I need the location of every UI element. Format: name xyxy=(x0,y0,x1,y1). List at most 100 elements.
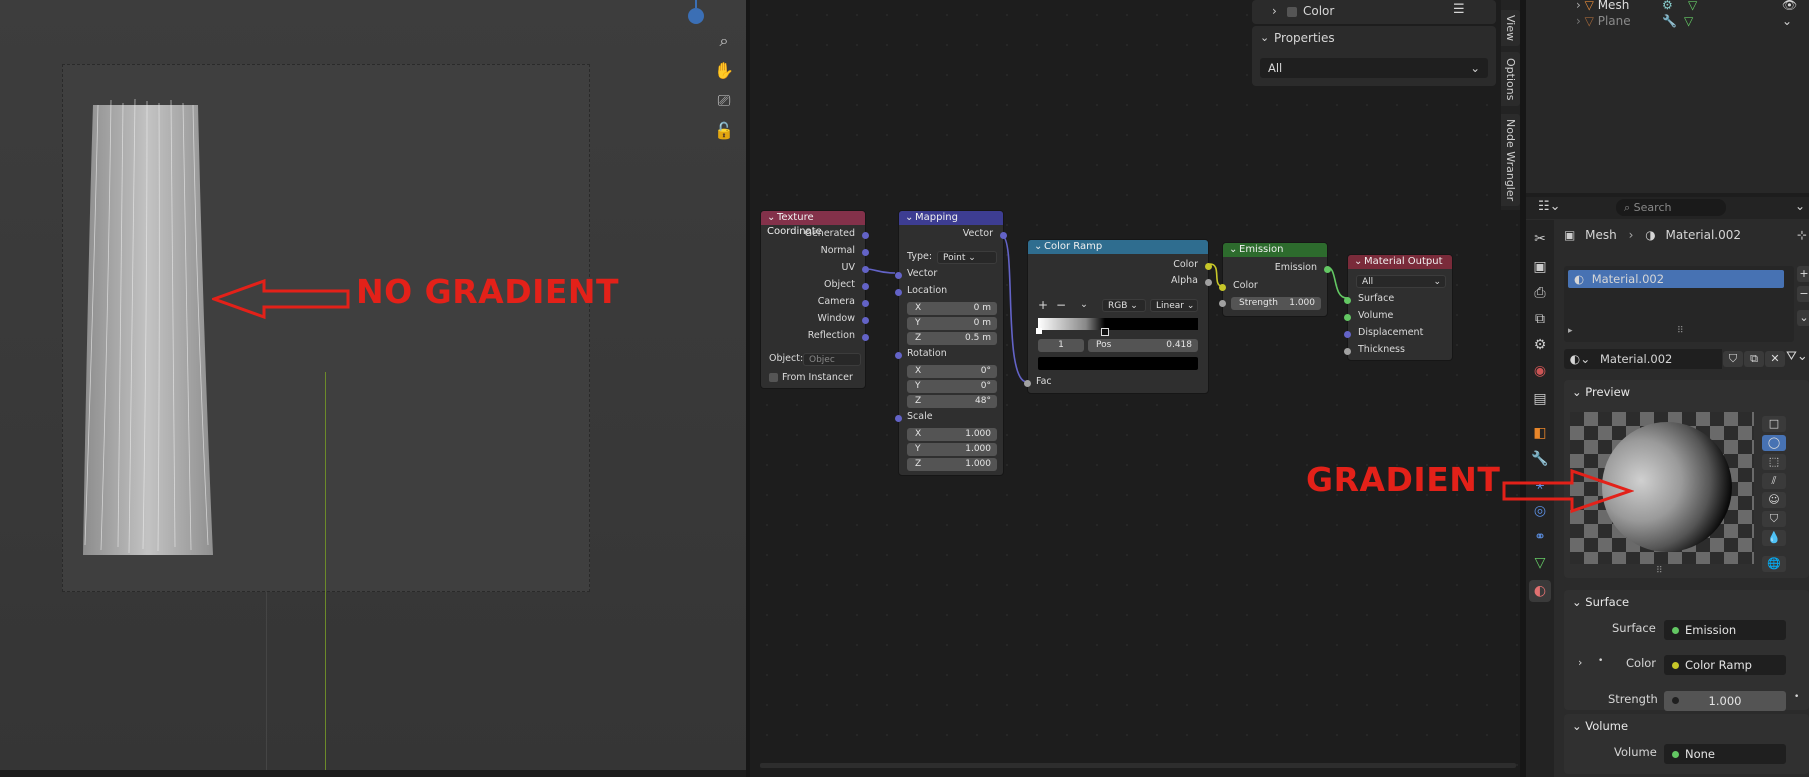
chevron-down-icon[interactable]: ⌄ xyxy=(1080,298,1088,312)
properties-dropdown[interactable]: All ⌄ xyxy=(1260,58,1488,78)
remove-stop-button[interactable]: − xyxy=(1056,298,1066,312)
chevron-right-icon[interactable]: › xyxy=(1578,656,1582,669)
location-y[interactable]: Y0 m xyxy=(907,317,997,330)
socket[interactable] xyxy=(1205,263,1212,270)
area-divider[interactable] xyxy=(746,0,750,777)
zoom-icon[interactable]: ⌕ xyxy=(711,28,737,54)
socket[interactable] xyxy=(862,317,869,324)
type-dropdown[interactable]: Point ⌄ xyxy=(937,251,997,264)
socket[interactable] xyxy=(1324,266,1331,273)
object-icon[interactable]: ◧ xyxy=(1529,422,1551,444)
modifier-wrench-icon[interactable]: 🔧 xyxy=(1529,448,1551,470)
socket[interactable] xyxy=(895,415,902,422)
navigation-gizmo-axis[interactable] xyxy=(688,8,704,24)
surface-shader-selector[interactable]: Emission xyxy=(1664,620,1786,640)
preview-monkey-button[interactable]: ☺ xyxy=(1762,492,1786,508)
rotation-z[interactable]: Z 48° xyxy=(907,395,997,408)
strength-field[interactable]: Strength 1.000 xyxy=(1231,297,1321,310)
socket[interactable] xyxy=(895,272,902,279)
socket[interactable] xyxy=(862,249,869,256)
node-mapping[interactable]: ⌄ Mapping Vector Type: Point ⌄ Vector Loc… xyxy=(895,210,1007,476)
material-name-field[interactable]: Material.002 xyxy=(1592,349,1722,369)
target-dropdown[interactable]: All ⌄ xyxy=(1356,275,1446,288)
panel-header[interactable]: ⌄ Preview xyxy=(1564,380,1809,404)
stop-color-swatch[interactable] xyxy=(1038,357,1198,370)
socket[interactable] xyxy=(1344,331,1351,338)
unlink-button[interactable]: ✕ xyxy=(1765,351,1785,367)
object-picker[interactable]: Objec xyxy=(803,353,861,366)
preview-sphere-button[interactable]: ◯ xyxy=(1762,435,1786,451)
camera-icon[interactable]: ⎚ xyxy=(711,88,737,114)
color-stop-white[interactable] xyxy=(1036,328,1042,334)
stop-index-field[interactable]: 1 xyxy=(1038,339,1084,352)
node-header[interactable]: ⌄ Texture Coordinate xyxy=(761,211,865,237)
fake-user-button[interactable]: ⛉ xyxy=(1723,351,1743,367)
rotation-x[interactable]: X 0° xyxy=(907,365,997,378)
search-input[interactable]: ⌕ Search xyxy=(1616,199,1726,216)
stop-position-field[interactable]: Pos 0.418 xyxy=(1088,339,1198,352)
scale-y[interactable]: Y 1.000 xyxy=(907,443,997,456)
preview-cube-button[interactable]: ⬚ xyxy=(1762,454,1786,470)
socket[interactable] xyxy=(1205,279,1212,286)
panel-header[interactable]: ⌄ Surface xyxy=(1564,590,1809,614)
outliner[interactable]: › ▽ Mesh › ▽ Plane ⚙ ▽ 🔧 ▽ 👁 ⌄ xyxy=(1526,0,1809,193)
mesh-data-icon[interactable]: ▽ xyxy=(1529,552,1551,574)
location-x[interactable]: X0 m xyxy=(907,302,997,315)
node-header[interactable]: ⌄ Color Ramp xyxy=(1028,240,1208,254)
volume-shader-selector[interactable]: None xyxy=(1664,744,1786,764)
scale-x[interactable]: X 1.000 xyxy=(907,428,997,441)
keyframe-dot[interactable]: • xyxy=(1794,692,1799,702)
hand-pan-icon[interactable]: ✋ xyxy=(711,58,737,84)
socket[interactable] xyxy=(1024,380,1031,387)
play-icon[interactable]: ▸ xyxy=(1568,326,1573,336)
add-slot-button[interactable]: + xyxy=(1797,266,1809,282)
outliner-row-mesh[interactable]: › ▽ Mesh xyxy=(1576,0,1629,12)
duplicate-button[interactable]: ⧉ xyxy=(1744,351,1764,367)
horizontal-scrollbar[interactable] xyxy=(760,763,1516,768)
from-instancer-checkbox[interactable]: From Instancer xyxy=(769,371,853,385)
rotation-y[interactable]: Y 0° xyxy=(907,380,997,393)
resize-handle[interactable]: ⠿ xyxy=(1656,566,1663,576)
view-layer-icon[interactable]: ⧉ xyxy=(1529,308,1551,330)
collection-icon[interactable]: ▤ xyxy=(1529,388,1551,410)
tab-options[interactable]: Options xyxy=(1501,52,1520,106)
preview-world-button[interactable]: 🌐 xyxy=(1762,556,1786,572)
resize-handle[interactable]: ⠿ xyxy=(1677,326,1684,336)
color-mode-dropdown[interactable]: RGB ⌄ xyxy=(1102,299,1146,312)
socket[interactable] xyxy=(1000,232,1007,239)
socket[interactable] xyxy=(1219,300,1226,307)
location-z[interactable]: Z 0.5 m xyxy=(907,332,997,345)
eye-icon[interactable]: 👁 xyxy=(1782,0,1797,12)
socket[interactable] xyxy=(1344,348,1351,355)
socket[interactable] xyxy=(1344,297,1351,304)
node-header[interactable]: ⌄ Material Output xyxy=(1348,255,1452,269)
slot-menu-button[interactable]: ⌄ xyxy=(1797,310,1809,326)
chevron-down-icon[interactable]: ⌄ xyxy=(1782,14,1792,28)
node-color-ramp[interactable]: ⌄ Color Ramp Color Alpha + − ⌄ RGB ⌄ Line… xyxy=(1024,239,1212,394)
node-tree-icon[interactable]: ⛛⌄ xyxy=(1786,349,1808,364)
color-input-selector[interactable]: Color Ramp xyxy=(1664,655,1786,675)
node-header[interactable]: ⌄ Emission xyxy=(1223,243,1327,257)
properties-panel[interactable]: ⌄ Properties All ⌄ xyxy=(1252,26,1496,86)
render-icon[interactable]: ▣ xyxy=(1529,256,1551,278)
pin-icon[interactable]: ⊹ xyxy=(1797,228,1807,242)
color-stop-black[interactable] xyxy=(1101,328,1109,336)
socket[interactable] xyxy=(895,352,902,359)
world-icon[interactable]: ◉ xyxy=(1529,360,1551,382)
socket[interactable] xyxy=(1344,314,1351,321)
socket[interactable] xyxy=(862,283,869,290)
editor-type-icon[interactable]: ☷⌄ xyxy=(1538,199,1561,214)
3d-viewport[interactable]: ⌕ ✋ ⎚ 🔓 NO GRADIENT xyxy=(0,0,746,770)
scale-z[interactable]: Z 1.000 xyxy=(907,458,997,471)
color-panel-row[interactable]: › Color ☰ xyxy=(1252,0,1496,24)
lock-icon[interactable]: 🔓 xyxy=(711,118,737,144)
color-checkbox[interactable] xyxy=(1287,7,1297,17)
interpolation-dropdown[interactable]: Linear ⌄ xyxy=(1150,299,1198,312)
node-texture-coordinate[interactable]: ⌄ Texture Coordinate Generated Normal UV … xyxy=(760,210,869,389)
socket[interactable] xyxy=(1219,284,1226,291)
tab-node-wrangler[interactable]: Node Wrangler xyxy=(1501,114,1520,206)
color-ramp-bar[interactable] xyxy=(1038,318,1198,330)
socket[interactable] xyxy=(895,289,902,296)
material-icon[interactable]: ◐ xyxy=(1529,580,1551,602)
socket[interactable] xyxy=(862,334,869,341)
